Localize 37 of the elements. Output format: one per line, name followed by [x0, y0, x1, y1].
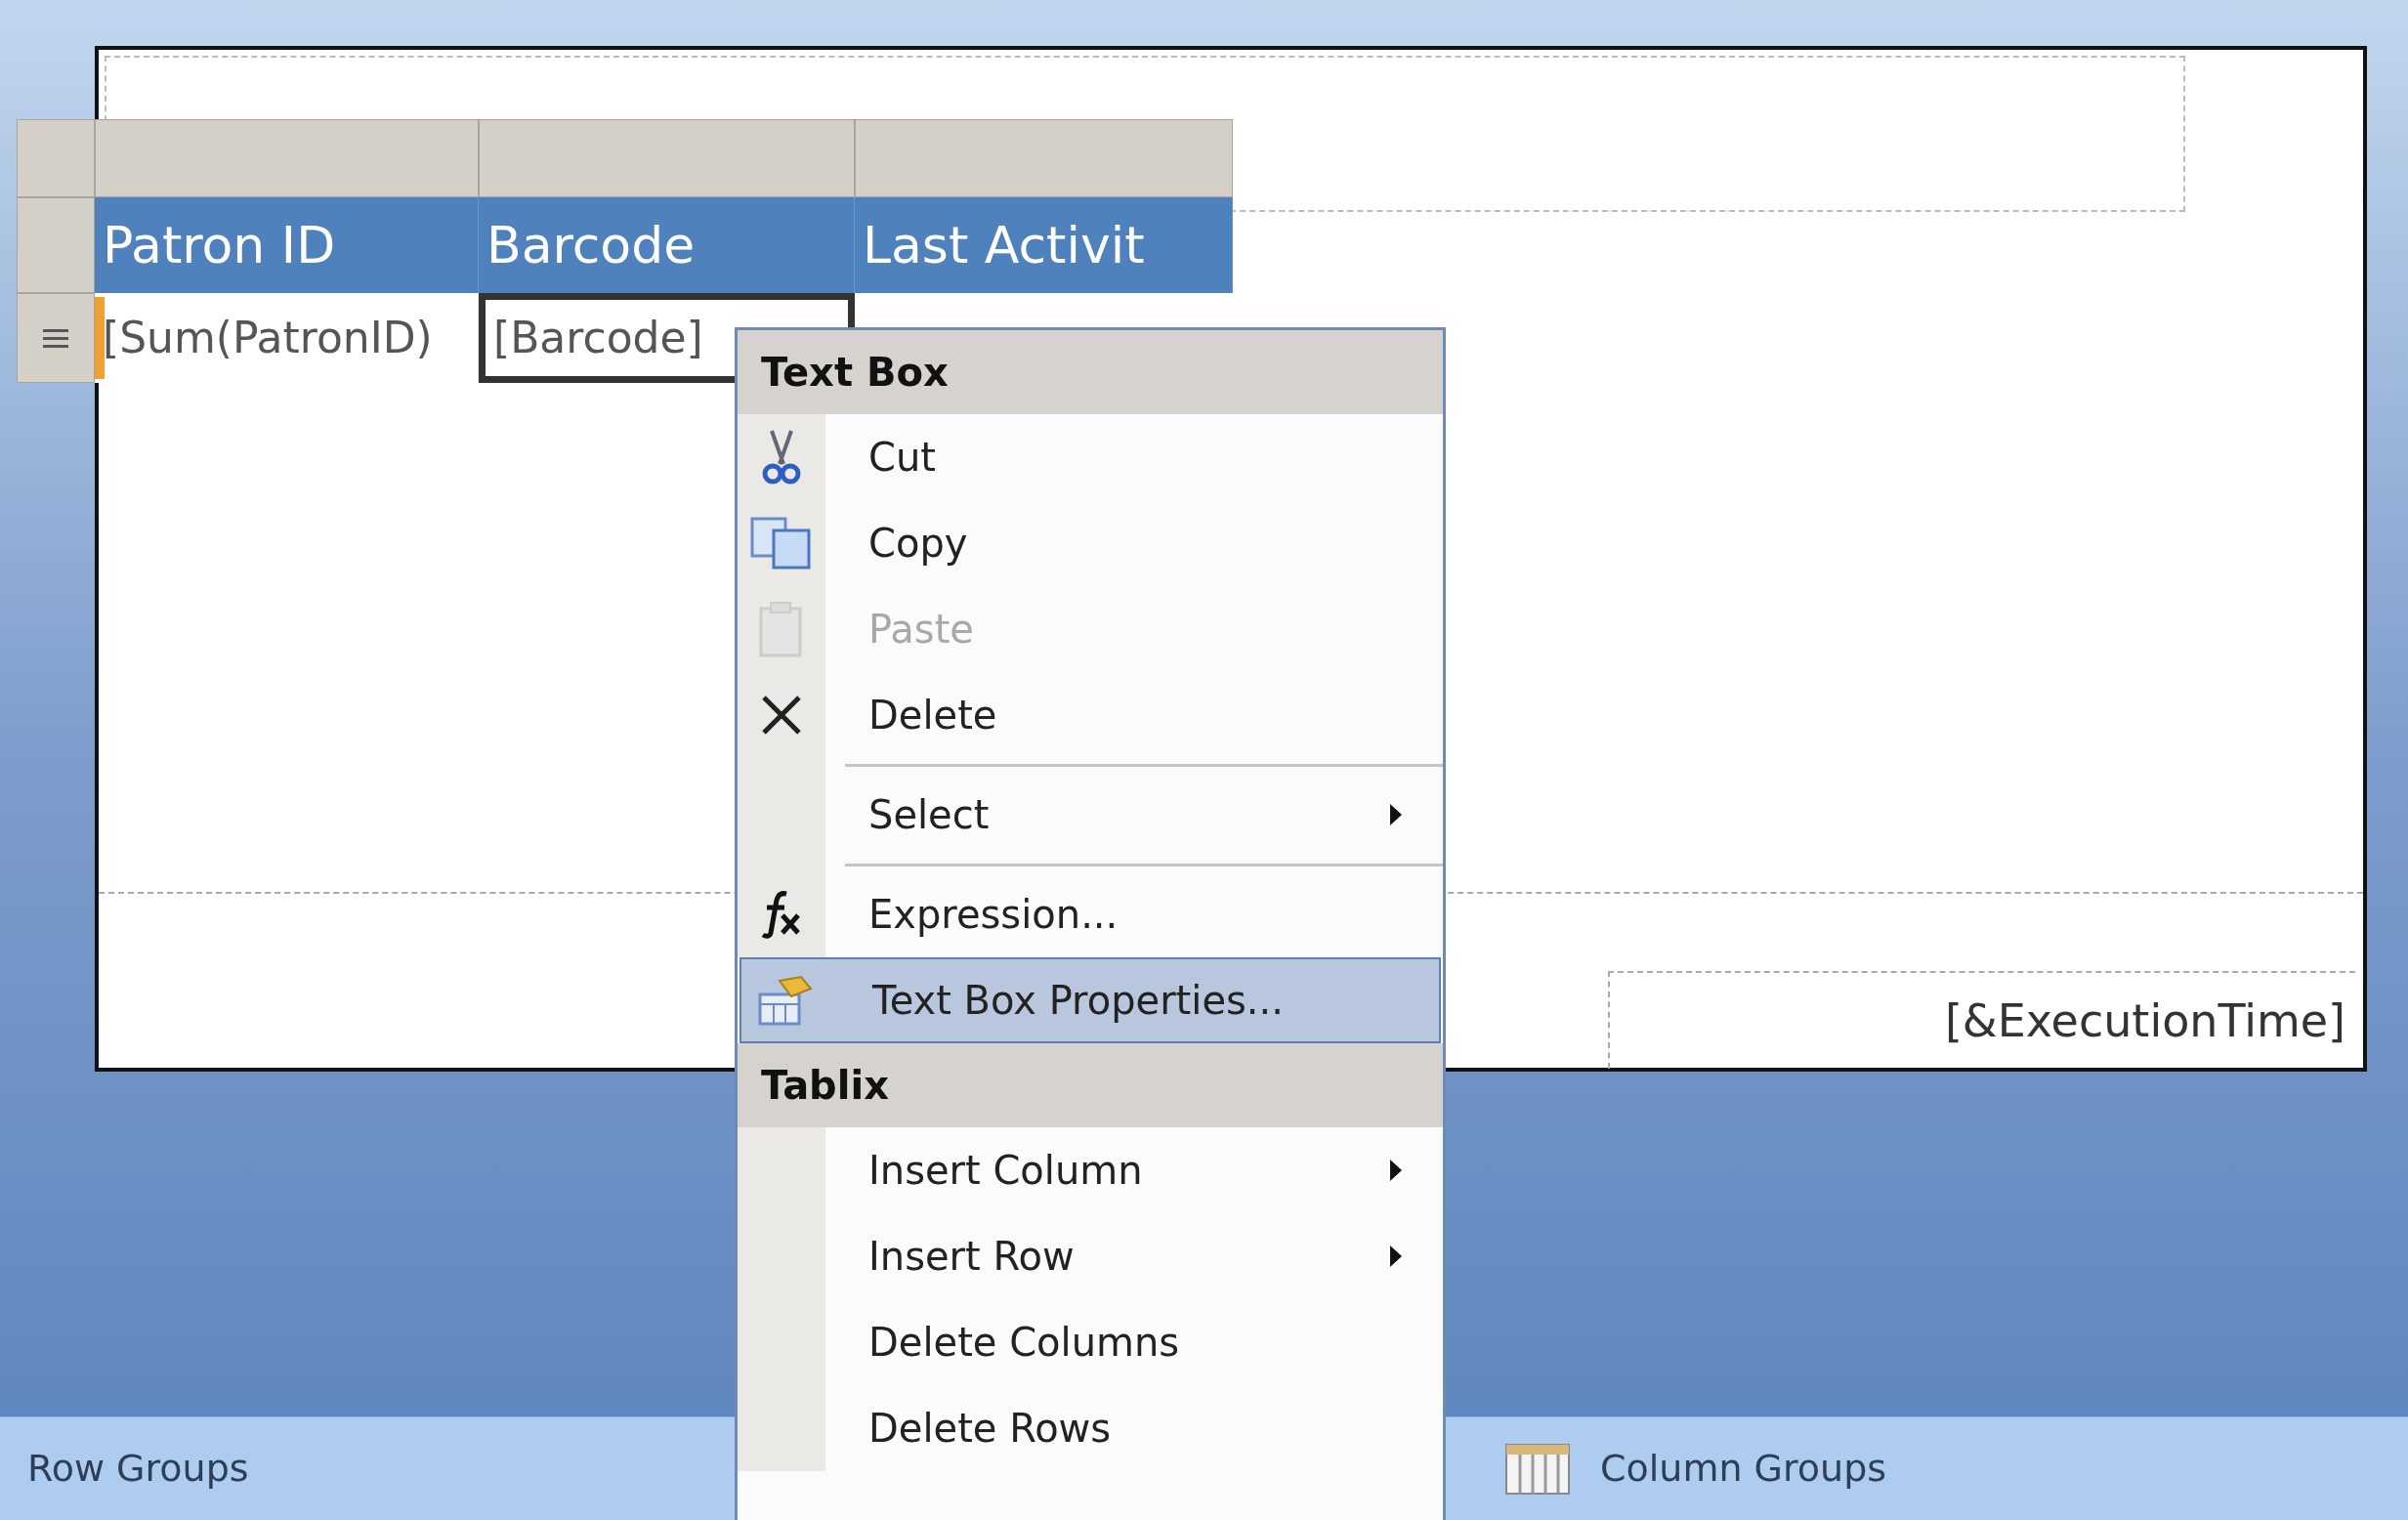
properties-icon — [756, 973, 815, 1028]
cell-text: [Barcode] — [493, 312, 703, 364]
data-cell[interactable]: [Sum(PatronID) — [95, 293, 479, 383]
header-cell: Last Activit — [855, 197, 1233, 293]
rows-icon — [41, 326, 70, 350]
submenu-arrow-icon — [1388, 802, 1404, 827]
menu-item[interactable]: Select — [738, 772, 1443, 858]
close-icon — [760, 694, 803, 737]
menu-item[interactable]: Copy — [738, 500, 1443, 586]
header-cell: Barcode — [479, 197, 855, 293]
menu-item[interactable]: Delete Rows — [738, 1385, 1443, 1471]
column-handle[interactable] — [479, 119, 855, 197]
copy-icon — [750, 517, 813, 570]
menu-item[interactable]: Insert Column — [738, 1127, 1443, 1213]
menu-item[interactable]: Cut — [738, 414, 1443, 500]
execution-time-text: [&ExecutionTime] — [1944, 992, 2345, 1049]
submenu-arrow-icon — [1388, 1244, 1404, 1269]
header-cell: Patron ID — [95, 197, 479, 293]
columns-icon — [1504, 1442, 1571, 1496]
row-groups-label: Row Groups — [27, 1446, 249, 1492]
menu-item[interactable]: Insert Row — [738, 1213, 1443, 1299]
footer-textbox[interactable]: [&ExecutionTime] — [1608, 971, 2355, 1069]
cell-text: [Sum(PatronID) — [103, 312, 433, 364]
column-handle[interactable] — [95, 119, 479, 197]
scissors-icon — [762, 429, 801, 486]
menu-section-header: Tablix — [738, 1043, 1443, 1127]
menu-item[interactable]: Expression... — [738, 871, 1443, 957]
column-handle[interactable] — [855, 119, 1233, 197]
menu-item[interactable]: Delete — [738, 672, 1443, 758]
row-handle[interactable] — [17, 197, 95, 293]
row-handle[interactable] — [17, 293, 95, 383]
submenu-arrow-icon — [1388, 1158, 1404, 1183]
menu-item[interactable]: Text Box Properties... — [739, 957, 1441, 1043]
menu-section-header: Text Box — [738, 330, 1443, 414]
corner-handle[interactable] — [17, 119, 95, 197]
menu-item[interactable]: Delete Columns — [738, 1299, 1443, 1385]
column-groups-label: Column Groups — [1600, 1446, 1887, 1492]
